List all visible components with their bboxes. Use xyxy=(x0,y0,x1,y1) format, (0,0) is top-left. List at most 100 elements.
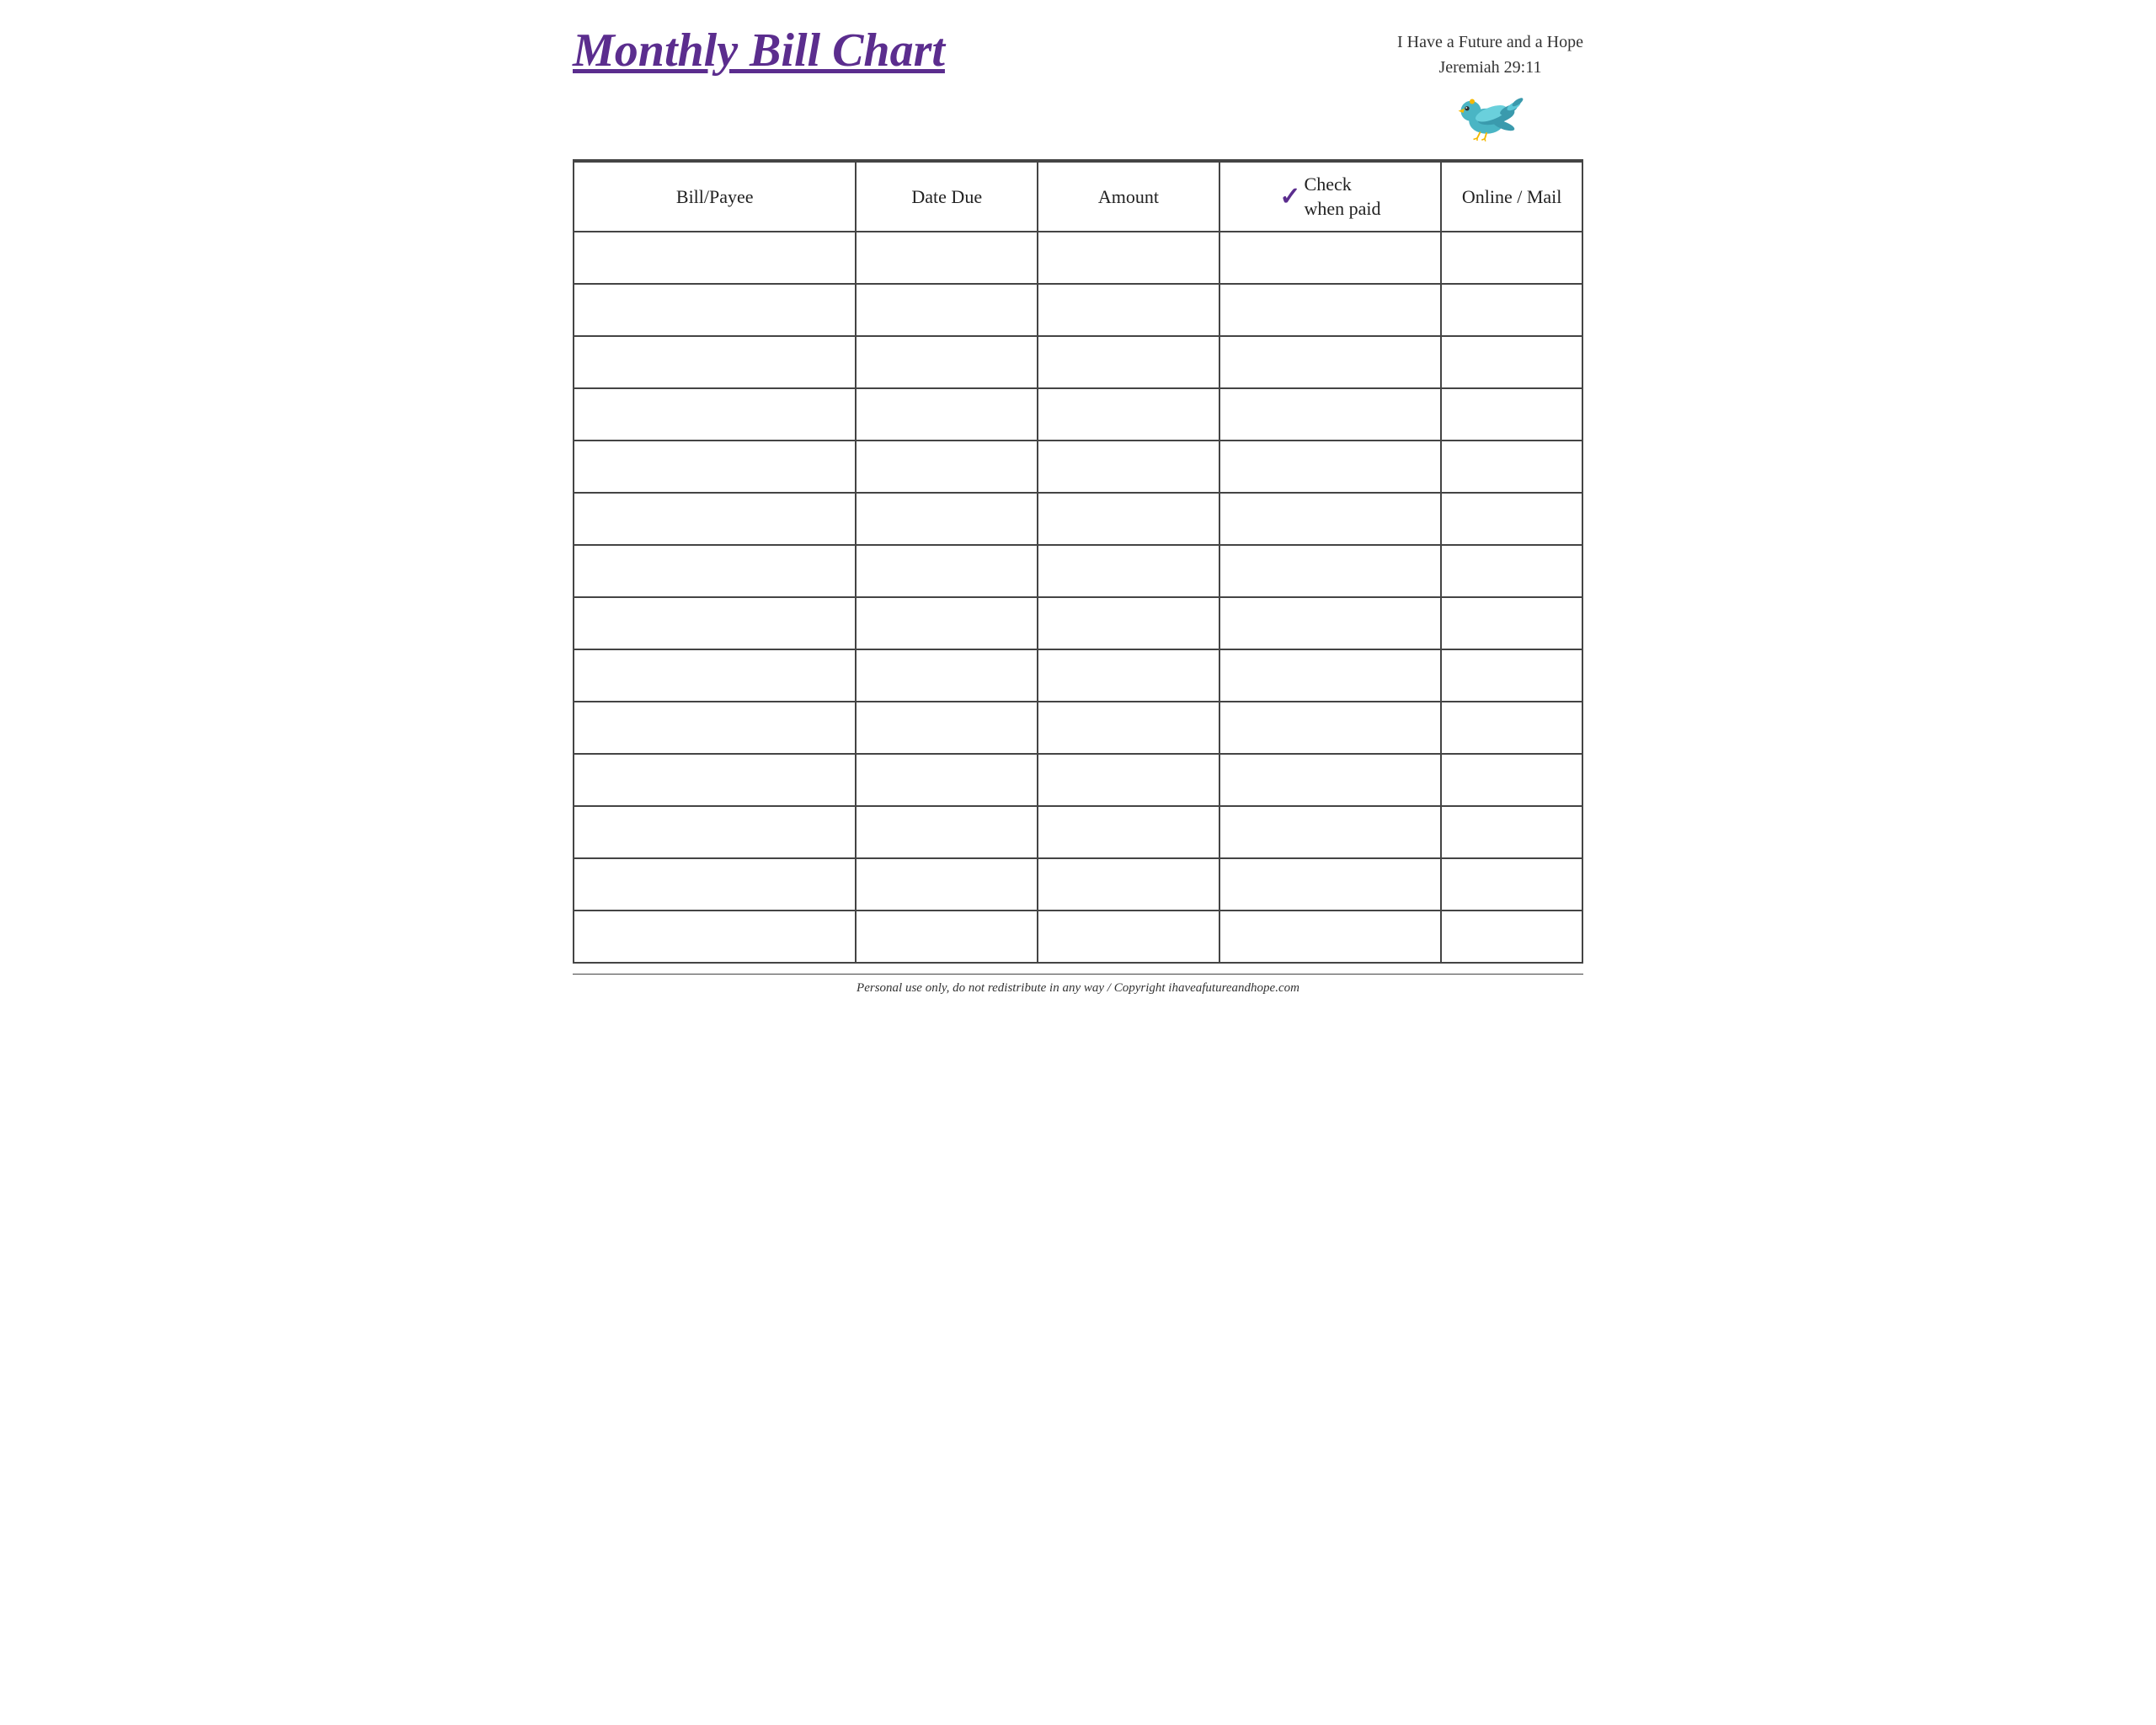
table-row xyxy=(574,336,1582,388)
table-cell xyxy=(574,545,856,597)
table-container: Bill/Payee Date Due Amount ✓ Check w xyxy=(573,159,1583,964)
table-cell xyxy=(1441,493,1582,545)
table-row xyxy=(574,545,1582,597)
table-header-row: Bill/Payee Date Due Amount ✓ Check w xyxy=(574,162,1582,232)
footer: Personal use only, do not redistribute i… xyxy=(573,974,1583,996)
col-header-date-due: Date Due xyxy=(856,162,1038,232)
table-cell xyxy=(574,493,856,545)
table-row xyxy=(574,649,1582,702)
table-cell xyxy=(1219,493,1442,545)
table-row xyxy=(574,284,1582,336)
table-cell xyxy=(574,806,856,858)
table-cell xyxy=(1038,702,1219,754)
table-cell xyxy=(1219,545,1442,597)
table-cell xyxy=(1219,441,1442,493)
table-cell xyxy=(856,336,1038,388)
table-cell xyxy=(856,493,1038,545)
table-row xyxy=(574,493,1582,545)
table-cell xyxy=(1038,806,1219,858)
table-cell xyxy=(574,388,856,441)
table-cell xyxy=(1038,545,1219,597)
table-cell xyxy=(1219,597,1442,649)
table-cell xyxy=(1441,649,1582,702)
table-cell xyxy=(856,441,1038,493)
table-cell xyxy=(1441,545,1582,597)
table-row xyxy=(574,232,1582,284)
table-cell xyxy=(1219,806,1442,858)
table-cell xyxy=(1038,388,1219,441)
col-header-bill-payee: Bill/Payee xyxy=(574,162,856,232)
table-row xyxy=(574,441,1582,493)
table-row xyxy=(574,388,1582,441)
table-cell xyxy=(1038,284,1219,336)
table-cell xyxy=(1219,284,1442,336)
col-header-online-mail: Online / Mail xyxy=(1441,162,1582,232)
table-cell xyxy=(1038,441,1219,493)
table-cell xyxy=(1219,858,1442,911)
table-cell xyxy=(1441,806,1582,858)
table-cell xyxy=(1038,858,1219,911)
table-row xyxy=(574,806,1582,858)
table-cell xyxy=(1219,702,1442,754)
table-cell xyxy=(574,754,856,806)
table-cell xyxy=(856,232,1038,284)
table-cell xyxy=(1441,597,1582,649)
table-cell xyxy=(856,911,1038,963)
table-row xyxy=(574,858,1582,911)
table-cell xyxy=(856,597,1038,649)
title-block: Monthly Bill Chart xyxy=(573,25,945,77)
table-cell xyxy=(574,441,856,493)
table-cell xyxy=(1441,441,1582,493)
check-when-paid-label: Check when paid xyxy=(1305,173,1381,221)
table-cell xyxy=(1219,754,1442,806)
table-cell xyxy=(1038,493,1219,545)
table-cell xyxy=(1441,858,1582,911)
table-cell xyxy=(1219,649,1442,702)
table-cell xyxy=(1441,754,1582,806)
table-cell xyxy=(856,545,1038,597)
table-cell xyxy=(856,649,1038,702)
table-cell xyxy=(856,754,1038,806)
table-cell xyxy=(1038,911,1219,963)
table-row xyxy=(574,911,1582,963)
table-cell xyxy=(1038,754,1219,806)
table-cell xyxy=(856,702,1038,754)
bird-container xyxy=(1452,83,1528,142)
page-title: Monthly Bill Chart xyxy=(573,25,945,77)
table-cell xyxy=(574,597,856,649)
table-cell xyxy=(1441,702,1582,754)
table-cell xyxy=(1038,232,1219,284)
table-row xyxy=(574,754,1582,806)
page: Monthly Bill Chart I Have a Future and a… xyxy=(539,0,1617,1012)
tagline-block: I Have a Future and a Hope Jeremiah 29:1… xyxy=(1397,25,1583,142)
table-cell xyxy=(1219,388,1442,441)
table-cell xyxy=(1038,649,1219,702)
table-cell xyxy=(1219,911,1442,963)
checkmark-icon: ✓ xyxy=(1279,184,1300,210)
tagline-line2: Jeremiah 29:11 xyxy=(1438,55,1541,80)
table-cell xyxy=(574,284,856,336)
table-cell xyxy=(856,284,1038,336)
col-header-check-when-paid: ✓ Check when paid xyxy=(1219,162,1442,232)
table-cell xyxy=(1038,597,1219,649)
table-cell xyxy=(1038,336,1219,388)
table-cell xyxy=(1219,232,1442,284)
table-cell xyxy=(856,388,1038,441)
table-cell xyxy=(574,702,856,754)
table-cell xyxy=(1441,388,1582,441)
col-header-amount: Amount xyxy=(1038,162,1219,232)
table-row xyxy=(574,597,1582,649)
footer-text: Personal use only, do not redistribute i… xyxy=(573,981,1583,996)
table-cell xyxy=(1219,336,1442,388)
table-cell xyxy=(1441,336,1582,388)
tagline-line1: I Have a Future and a Hope xyxy=(1397,29,1583,55)
table-cell xyxy=(574,232,856,284)
table-cell xyxy=(574,858,856,911)
table-cell xyxy=(856,858,1038,911)
table-cell xyxy=(574,649,856,702)
table-cell xyxy=(574,911,856,963)
bird-icon xyxy=(1452,83,1528,142)
table-body xyxy=(574,232,1582,963)
table-cell xyxy=(574,336,856,388)
table-cell xyxy=(1441,911,1582,963)
